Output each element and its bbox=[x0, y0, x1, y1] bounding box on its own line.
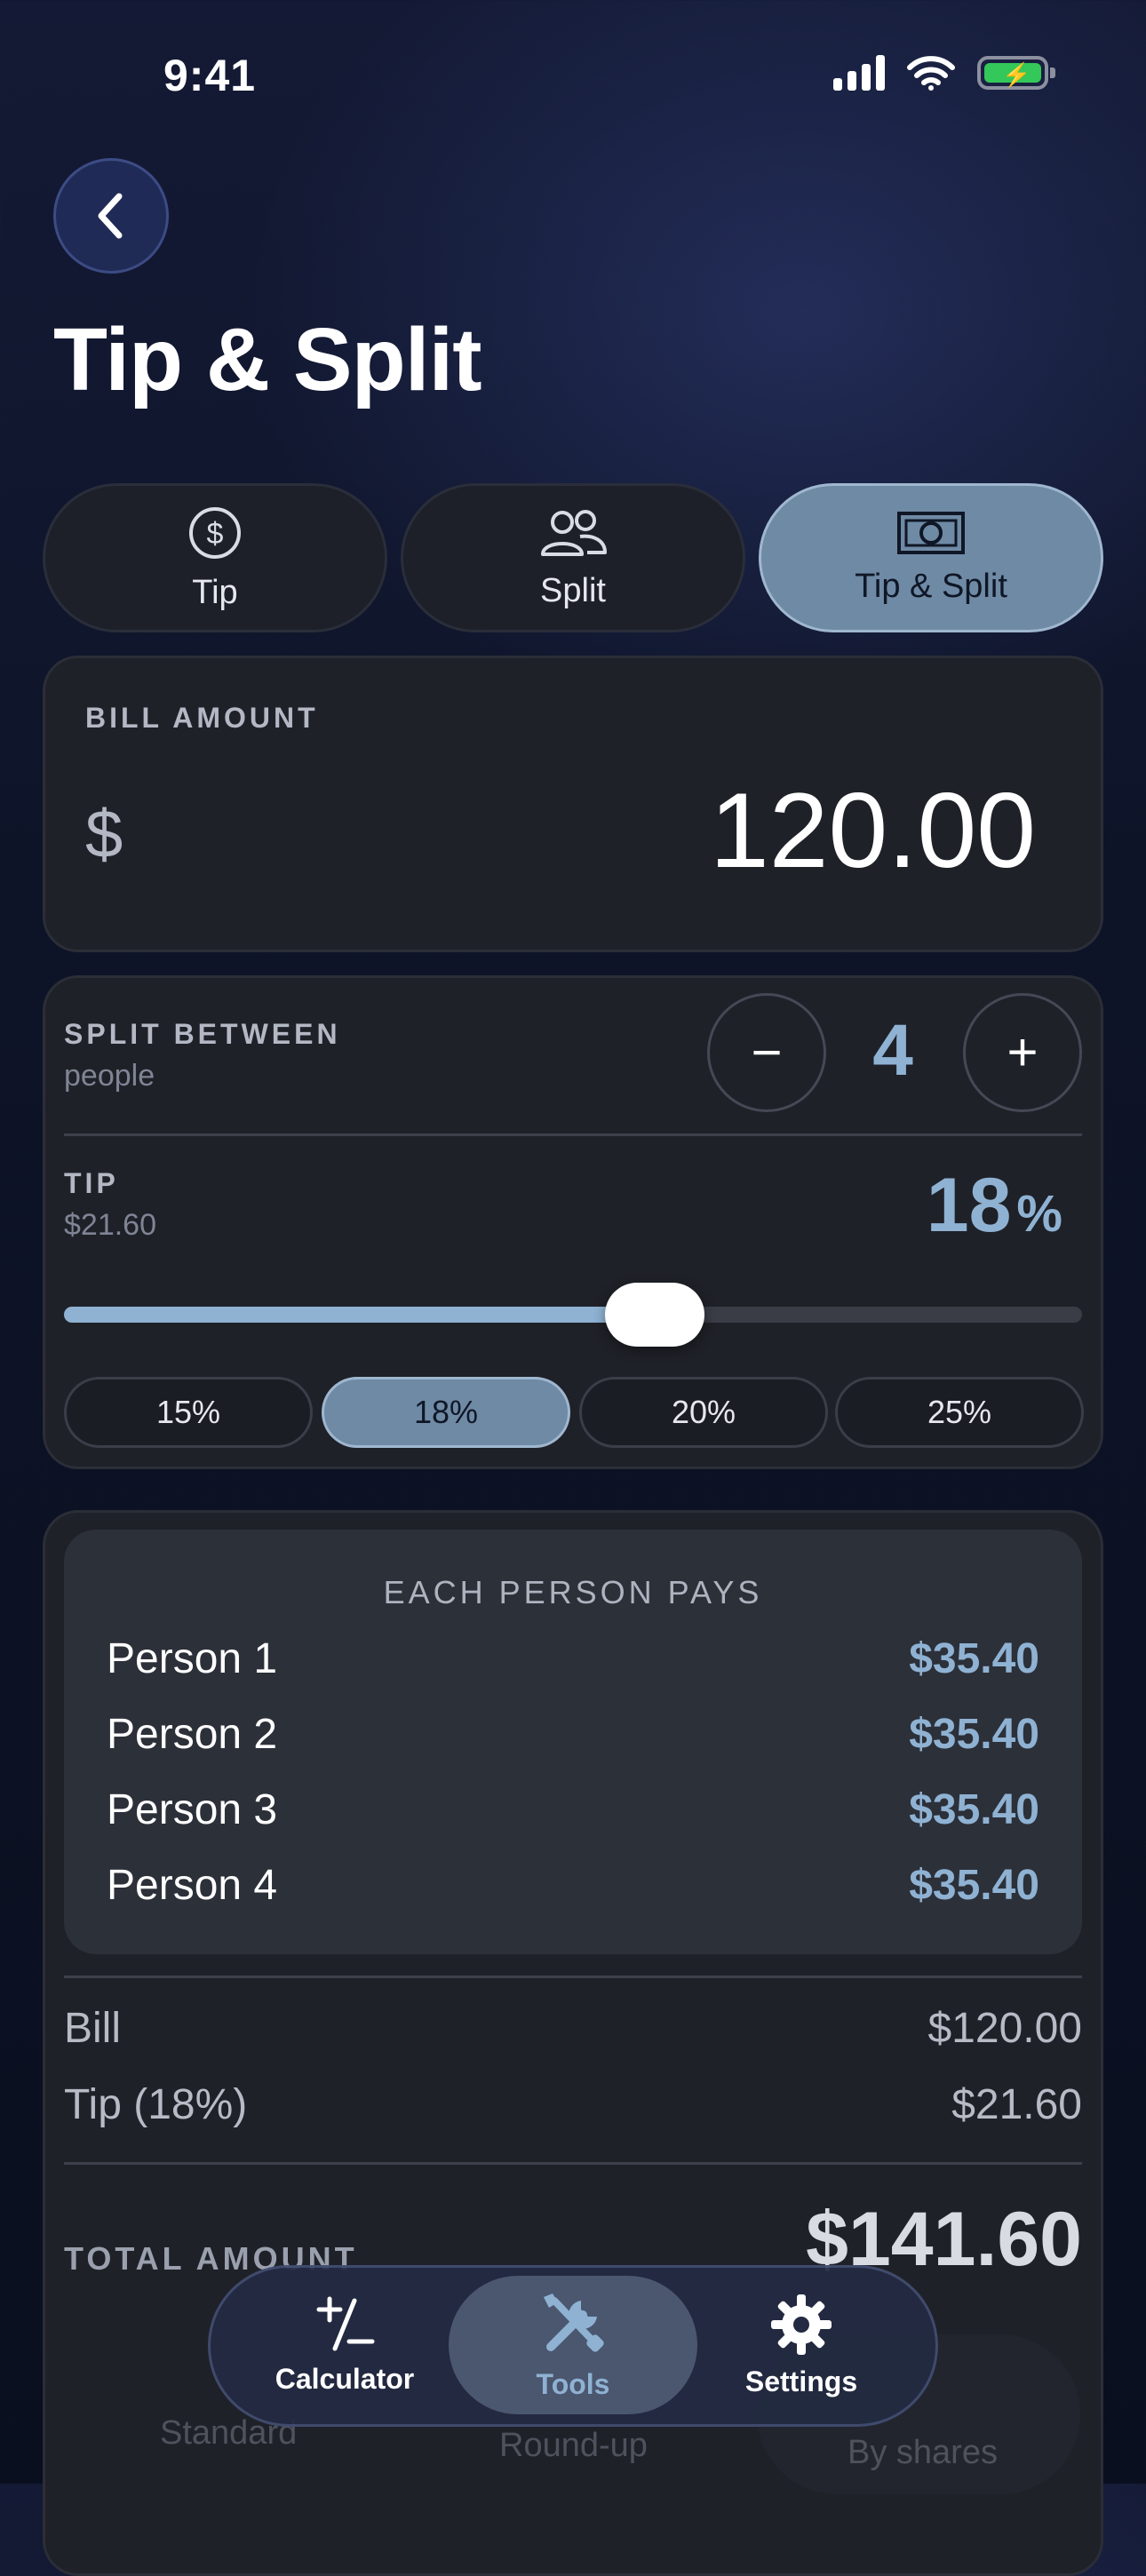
rounding-roundup-option[interactable]: Round-up bbox=[499, 2427, 648, 2465]
currency-symbol: $ bbox=[85, 797, 123, 872]
tab-tip-label: Tip bbox=[192, 573, 238, 611]
tabbar-settings-label: Settings bbox=[744, 2365, 858, 2397]
person-amount: $35.40 bbox=[909, 1711, 1039, 1758]
person-name: Person 3 bbox=[107, 1786, 278, 1833]
people-icon bbox=[541, 509, 607, 556]
wifi-icon bbox=[907, 56, 955, 91]
tip-preset-15[interactable]: 15% bbox=[64, 1377, 313, 1448]
bill-summary-label: Bill bbox=[64, 2005, 122, 2052]
divider bbox=[64, 1976, 1082, 1978]
person-name: Person 4 bbox=[107, 1862, 278, 1909]
split-between-label: SPLIT BETWEEN bbox=[64, 1018, 341, 1050]
split-sublabel: people bbox=[64, 1059, 155, 1093]
people-count: 4 bbox=[872, 1010, 913, 1091]
list-item: Person 2 $35.40 bbox=[107, 1710, 1039, 1759]
tip-slider-fill bbox=[64, 1307, 655, 1323]
tab-tip[interactable]: $ Tip bbox=[43, 483, 387, 632]
dollar-circle-icon: $ bbox=[189, 506, 241, 559]
tip-preset-18[interactable]: 18% bbox=[322, 1377, 570, 1448]
person-amount: $35.40 bbox=[909, 1862, 1039, 1909]
tip-preset-20[interactable]: 20% bbox=[579, 1377, 828, 1448]
tip-summary-row: Tip (18%) $21.60 bbox=[64, 2080, 1082, 2129]
tabbar-calculator-label: Calculator bbox=[275, 2362, 415, 2395]
chevron-left-icon bbox=[98, 193, 123, 239]
divider bbox=[64, 2162, 1082, 2165]
list-item: Person 3 $35.40 bbox=[107, 1785, 1039, 1834]
list-item: Person 4 $35.40 bbox=[107, 1861, 1039, 1910]
tip-percent-display: 18% bbox=[927, 1162, 1062, 1250]
person-amount: $35.40 bbox=[909, 1635, 1039, 1682]
tabbar-calculator[interactable]: Calculator bbox=[220, 2276, 469, 2414]
tip-amount: $21.60 bbox=[64, 1208, 156, 1242]
tip-summary-value: $21.60 bbox=[951, 2081, 1082, 2128]
tab-split[interactable]: Split bbox=[401, 483, 745, 632]
page-title: Tip & Split bbox=[53, 310, 482, 409]
back-button[interactable] bbox=[53, 158, 169, 274]
bill-summary-row: Bill $120.00 bbox=[64, 2004, 1082, 2053]
tools-icon bbox=[544, 2293, 604, 2352]
increase-people-button[interactable]: + bbox=[963, 993, 1082, 1112]
plus-minus-icon bbox=[316, 2296, 375, 2350]
bill-amount-label: BILL AMOUNT bbox=[85, 702, 319, 734]
tab-tip-and-split-label: Tip & Split bbox=[855, 567, 1007, 605]
person-amount: $35.40 bbox=[909, 1786, 1039, 1833]
bill-amount-input[interactable]: 120.00 bbox=[710, 769, 1036, 892]
status-icons: ⚡ bbox=[833, 55, 1055, 91]
person-name: Person 1 bbox=[107, 1635, 278, 1682]
tab-tip-and-split[interactable]: Tip & Split bbox=[759, 483, 1103, 632]
list-item: Person 1 $35.40 bbox=[107, 1634, 1039, 1683]
battery-charging-icon: ⚡ bbox=[977, 56, 1055, 90]
cellular-signal-icon bbox=[833, 55, 885, 91]
tabbar-tools-label: Tools bbox=[536, 2367, 610, 2400]
each-person-pays-title: EACH PERSON PAYS bbox=[383, 1574, 763, 1610]
tip-label: TIP bbox=[64, 1167, 119, 1199]
svg-text:$: $ bbox=[207, 517, 224, 551]
decrease-people-button[interactable]: − bbox=[707, 993, 826, 1112]
person-name: Person 2 bbox=[107, 1711, 278, 1758]
tab-split-label: Split bbox=[540, 571, 606, 609]
bill-summary-value: $120.00 bbox=[927, 2005, 1082, 2052]
divider bbox=[64, 1133, 1082, 1136]
tip-summary-label: Tip (18%) bbox=[64, 2081, 248, 2128]
rounding-by-shares-option[interactable]: By shares bbox=[848, 2434, 998, 2472]
gear-icon bbox=[771, 2294, 832, 2355]
tip-percent-sign: % bbox=[1016, 1185, 1062, 1243]
banknote-icon bbox=[897, 511, 965, 554]
tabbar-tools[interactable]: Tools bbox=[449, 2276, 697, 2414]
tip-slider-thumb[interactable] bbox=[604, 1283, 704, 1347]
plus-icon: + bbox=[1007, 1022, 1039, 1082]
status-time: 9:41 bbox=[163, 51, 257, 100]
tabbar-settings[interactable]: Settings bbox=[677, 2276, 926, 2414]
minus-icon: − bbox=[751, 1022, 783, 1082]
tip-percent-value: 18 bbox=[926, 1163, 1012, 1248]
tip-preset-25[interactable]: 25% bbox=[835, 1377, 1084, 1448]
